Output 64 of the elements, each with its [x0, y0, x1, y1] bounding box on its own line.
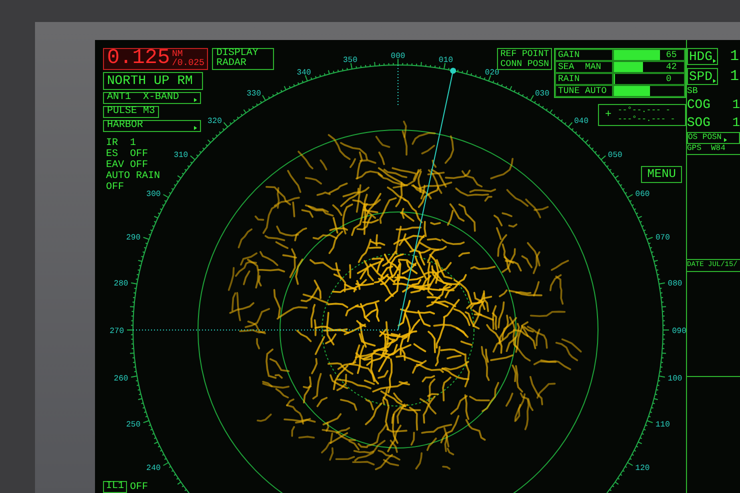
bearing-label: 300	[146, 190, 161, 199]
bearing-label: 350	[343, 56, 358, 66]
bearing-label: 340	[296, 68, 312, 78]
bearing-label: 010	[438, 56, 453, 66]
level-bar[interactable]: 42	[613, 61, 685, 73]
bearing-label: 040	[574, 117, 588, 126]
ref-point-box[interactable]: REF POINT CONN POSN	[497, 48, 552, 70]
bearing-label: 320	[208, 117, 222, 126]
level-bar[interactable]	[613, 85, 685, 97]
bearing-label: 110	[656, 420, 670, 430]
nav-label[interactable]: HDG	[687, 48, 718, 64]
bearing-label: 290	[126, 233, 140, 242]
datum-text: GPS W84	[687, 144, 740, 155]
adjustment-label[interactable]: TUNE AUTO	[555, 85, 613, 97]
speed-reference: SB	[687, 86, 699, 96]
bearing-label: 100	[668, 374, 682, 384]
bearing-label: 120	[635, 464, 650, 473]
interference-label: IL1	[103, 481, 128, 493]
orientation-mode[interactable]: NORTH UP RM	[103, 72, 203, 90]
setting-menu[interactable]: HARBOR	[103, 120, 201, 132]
bearing-label: 060	[635, 190, 650, 199]
adjustment-value: 0	[666, 74, 672, 84]
bearing-label: 070	[656, 233, 670, 242]
bearing-label: 020	[484, 68, 500, 78]
nav-value: 1	[730, 48, 740, 64]
bearing-label: 080	[668, 279, 682, 288]
bearing-label: 280	[114, 279, 128, 288]
display-mode-box[interactable]: DISPLAY RADAR	[212, 48, 274, 70]
bearing-label: 310	[174, 150, 188, 160]
bearing-label: 250	[126, 420, 140, 430]
course-value: 1	[732, 96, 740, 114]
setting-menu[interactable]: PULSE M3	[103, 106, 160, 118]
status-text: AUTO RAIN	[106, 171, 160, 182]
course-label: SOG	[687, 114, 710, 132]
adjustment-label[interactable]: SEA MAN	[555, 61, 613, 73]
adjustment-value: 42	[666, 62, 677, 72]
interference-value: OFF	[130, 483, 148, 493]
setting-menu[interactable]: ANT1 X-BAND	[103, 92, 201, 104]
level-bar[interactable]: 0	[613, 73, 685, 85]
status-text: ES OFF	[106, 149, 148, 160]
nav-label[interactable]: SPD	[687, 68, 718, 84]
bearing-label: 270	[110, 327, 124, 336]
bearing-label: 240	[146, 464, 161, 473]
adjustment-value: 65	[666, 50, 677, 60]
bearing-label: 330	[246, 90, 261, 99]
status-text: EAV OFF	[106, 160, 148, 171]
cursor-symbol: +	[605, 110, 612, 120]
nav-value: 1	[730, 68, 740, 84]
course-label: COG	[687, 96, 710, 114]
readout-text: ---°--.--- -	[618, 115, 676, 124]
readout-text: --°--.--- -	[618, 106, 672, 115]
status-text: IR 1	[106, 138, 136, 149]
level-bar[interactable]: 65	[613, 49, 685, 61]
bearing-label: 000	[390, 52, 406, 61]
bearing-label: 260	[114, 374, 128, 384]
menu-button[interactable]: MENU	[641, 166, 682, 183]
bearing-label: 090	[672, 327, 686, 336]
bearing-label: 030	[535, 90, 550, 99]
status-text: OFF	[106, 182, 124, 193]
adjustment-label[interactable]: RAIN	[555, 73, 613, 85]
bearing-label: 050	[608, 150, 622, 160]
position-menu[interactable]: OS POSN	[687, 132, 740, 144]
course-value: 1	[732, 114, 740, 132]
adjustment-label[interactable]: GAIN	[555, 49, 613, 61]
